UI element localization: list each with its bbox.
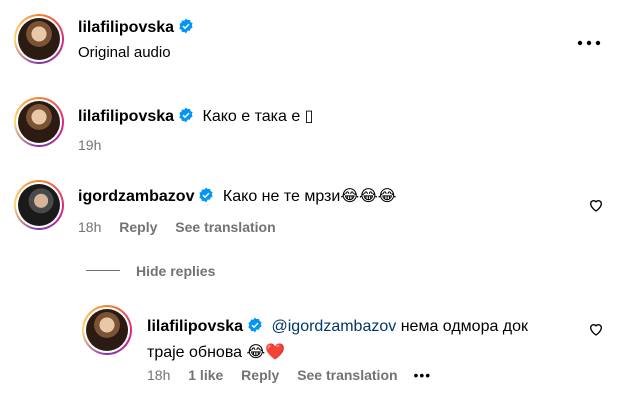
comment-avatar[interactable] xyxy=(14,180,64,230)
reply-time: 18h xyxy=(147,367,171,383)
like-heart-icon[interactable] xyxy=(588,197,604,218)
verified-badge-icon xyxy=(179,18,193,34)
comment-username[interactable]: igordzambazov xyxy=(78,188,194,205)
verified-badge-icon xyxy=(248,317,262,333)
header-username[interactable]: lilafilipovska xyxy=(78,19,174,36)
caption-text: Како е така е ▯ xyxy=(202,108,314,125)
reply-meta: 18h 1 like Reply See translation ••• xyxy=(147,367,431,383)
caption-avatar[interactable] xyxy=(14,97,64,147)
more-options-icon[interactable]: ••• xyxy=(413,367,431,383)
caption-username[interactable]: lilafilipovska xyxy=(78,108,174,125)
verified-badge-icon xyxy=(199,187,214,203)
caption-row: lilafilipovska Како е така е ▯ xyxy=(78,106,313,126)
reply-mention[interactable]: @igordzambazov xyxy=(272,318,397,335)
hide-replies-button[interactable]: Hide replies xyxy=(136,263,215,279)
reply-text-line1: нема одмора док xyxy=(400,318,529,335)
reply-body: lilafilipovska @igordzambazov нема одмор… xyxy=(147,314,567,365)
verified-badge-icon xyxy=(179,107,193,123)
likes-count[interactable]: 1 like xyxy=(188,367,223,383)
avatar-photo xyxy=(86,309,128,351)
header-user-row: lilafilipovska xyxy=(78,18,194,37)
header-subtitle[interactable]: Original audio xyxy=(78,44,171,61)
comment-row: igordzambazov Како не те мрзи😂😂😂 xyxy=(78,186,396,206)
reply-username[interactable]: lilafilipovska xyxy=(147,318,243,335)
more-options-icon[interactable] xyxy=(577,34,601,46)
reply-button[interactable]: Reply xyxy=(119,219,157,235)
comment-meta: 18h Reply See translation xyxy=(78,219,276,235)
reply-text-line2: траје обнова xyxy=(147,344,243,361)
avatar-photo xyxy=(18,184,60,226)
avatar-photo xyxy=(18,18,60,60)
header-avatar[interactable] xyxy=(14,14,64,64)
caption-time: 19h xyxy=(78,137,102,153)
comment-emojis: 😂😂😂 xyxy=(340,186,397,205)
see-translation-button[interactable]: See translation xyxy=(297,367,397,383)
like-heart-icon[interactable] xyxy=(588,321,604,342)
avatar-photo xyxy=(18,101,60,143)
comment-text: Како не те мрзи xyxy=(222,188,341,205)
see-translation-button[interactable]: See translation xyxy=(175,219,275,235)
comment-time: 18h xyxy=(78,219,102,235)
reply-avatar[interactable] xyxy=(82,305,132,355)
reply-emojis: 😂❤️ xyxy=(246,342,286,361)
reply-button[interactable]: Reply xyxy=(241,367,279,383)
replies-divider xyxy=(86,270,120,271)
